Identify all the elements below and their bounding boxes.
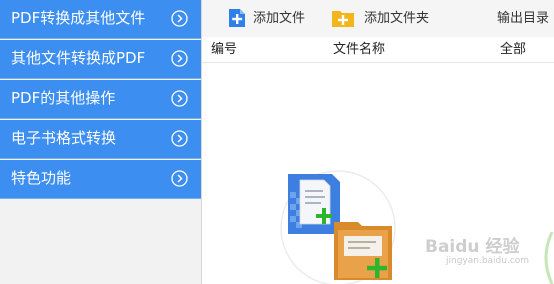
toolbar: 添加文件 添加文件夹 输出目录: [202, 0, 554, 37]
sidebar-item-label: PDF的其他操作: [11, 89, 116, 107]
chevron-right-icon: [171, 50, 188, 67]
add-file-label: 添加文件: [253, 11, 306, 26]
column-header-filename[interactable]: 文件名称: [333, 41, 385, 58]
sidebar-item-label: 特色功能: [11, 169, 72, 187]
add-folder-icon: [332, 11, 354, 27]
chevron-right-icon: [171, 130, 188, 147]
sidebar-item-pdf-other-ops[interactable]: PDF的其他操作: [0, 80, 201, 119]
add-folder-button[interactable]: 添加文件夹: [331, 0, 441, 37]
file-table-header: 编号 文件名称 全部: [202, 37, 554, 63]
sidebar-item-label: 其他文件转换成PDF: [11, 49, 146, 67]
watermark-text: Baidu 经验: [425, 237, 520, 257]
sidebar-item-ebook-convert[interactable]: 电子书格式转换: [0, 120, 201, 159]
add-file-icon: [229, 9, 245, 27]
output-dir-label: 输出目录: [497, 11, 550, 26]
chevron-right-icon: [171, 170, 188, 187]
sidebar-item-other-to-pdf[interactable]: 其他文件转换成PDF: [0, 40, 201, 79]
output-dir-button[interactable]: 输出目录: [497, 0, 554, 37]
watermark-subtext: jingyan.baidu.com: [446, 256, 530, 266]
sidebar-item-label: 电子书格式转换: [11, 129, 117, 147]
decorative-curve-icon: [544, 232, 554, 284]
add-folder-label: 添加文件夹: [364, 11, 430, 26]
sidebar-menu: PDF转换成其他文件 其他文件转换成PDF PDF的其他操作 电子书格式转换 特…: [0, 0, 201, 199]
sidebar-item-special-features[interactable]: 特色功能: [0, 160, 201, 199]
sidebar-item-label: PDF转换成其他文件: [11, 9, 146, 27]
sidebar-item-pdf-to-other[interactable]: PDF转换成其他文件: [0, 0, 201, 39]
add-file-button[interactable]: 添加文件: [228, 0, 320, 37]
chevron-right-icon: [171, 90, 188, 107]
column-header-all[interactable]: 全部: [500, 41, 526, 58]
drop-files-illustration-icon: [280, 170, 396, 284]
sidebar: PDF转换成其他文件 其他文件转换成PDF PDF的其他操作 电子书格式转换 特…: [0, 0, 201, 284]
column-header-number[interactable]: 编号: [211, 41, 237, 58]
chevron-right-icon: [171, 10, 188, 27]
